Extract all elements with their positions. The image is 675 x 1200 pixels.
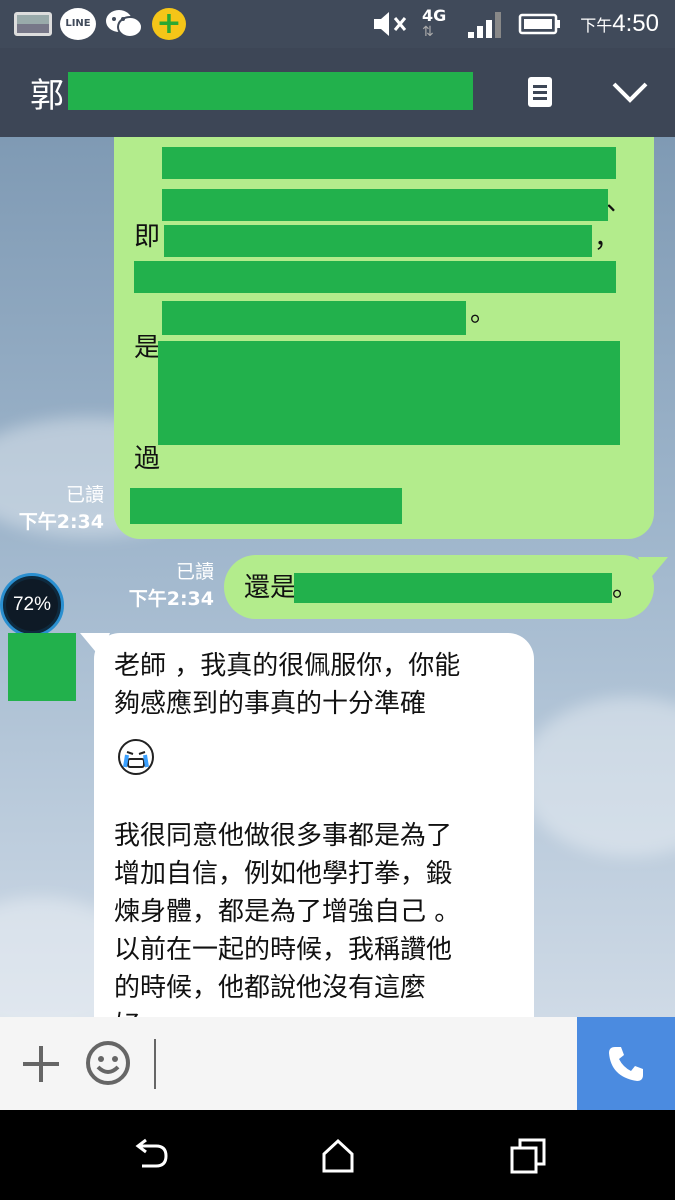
wechat-icon [104, 8, 144, 40]
punct: 。 [470, 298, 497, 328]
line-icon: LINE [60, 8, 96, 40]
notes-icon[interactable] [522, 74, 558, 110]
status-time: 下午4:50 [580, 10, 659, 37]
sent-message-text: 還是 [244, 573, 297, 603]
system-nav-bar [0, 1110, 675, 1200]
redaction [162, 301, 466, 335]
bubble-tail [638, 557, 668, 581]
received-message-text: 我很同意他做很多事都是為了 增加自信，例如他學打拳，鍛 煉身體，都是為了增強自己… [114, 821, 461, 1017]
redaction [294, 573, 612, 603]
redaction [162, 147, 616, 179]
plus-app-icon: + [152, 8, 186, 40]
punct: 。 [612, 573, 639, 603]
input-bar [0, 1017, 675, 1110]
recent-apps-icon[interactable] [508, 1136, 548, 1176]
redaction [162, 189, 608, 221]
text-cursor [154, 1039, 156, 1089]
redaction [164, 225, 592, 257]
redaction [158, 341, 620, 445]
punct: ， [594, 224, 621, 254]
mute-icon [370, 8, 410, 40]
avatar[interactable] [8, 633, 76, 701]
message-meta: 已讀 下午2:34 [18, 484, 104, 533]
signal-icon [466, 8, 506, 40]
crying-emoji-icon [116, 737, 156, 777]
redaction [134, 261, 616, 293]
battery-icon [518, 8, 562, 40]
call-button[interactable] [577, 1017, 675, 1110]
chat-title: 郭 [30, 76, 64, 116]
chevron-down-icon[interactable] [608, 76, 652, 110]
received-message-text: 老師 ，我真的很佩服你，你能 夠感應到的事真的十分準確 [114, 651, 461, 719]
punct: 、 [606, 187, 633, 217]
redaction [130, 488, 402, 524]
battery-overlay-badge: 72% [0, 573, 64, 637]
chat-header: 郭 [0, 48, 675, 137]
gallery-icon [14, 12, 52, 36]
title-redaction [68, 72, 473, 110]
back-icon[interactable] [130, 1138, 170, 1174]
phone-icon [607, 1045, 645, 1083]
home-icon[interactable] [318, 1136, 358, 1176]
add-attachment-icon[interactable] [20, 1043, 62, 1085]
chat-area[interactable]: 即 是 過 也 妳 增 前 他 。 、 ， 。 已讀 下午2:34 還是 。 已… [0, 137, 675, 1017]
message-meta: 已讀 下午2:34 [128, 561, 214, 610]
network-indicator: 4G ⇅ [422, 6, 447, 41]
message-input[interactable] [160, 1031, 570, 1095]
emoji-icon[interactable] [84, 1039, 132, 1087]
status-bar: LINE + 4G ⇅ 下午4:50 [0, 0, 675, 48]
